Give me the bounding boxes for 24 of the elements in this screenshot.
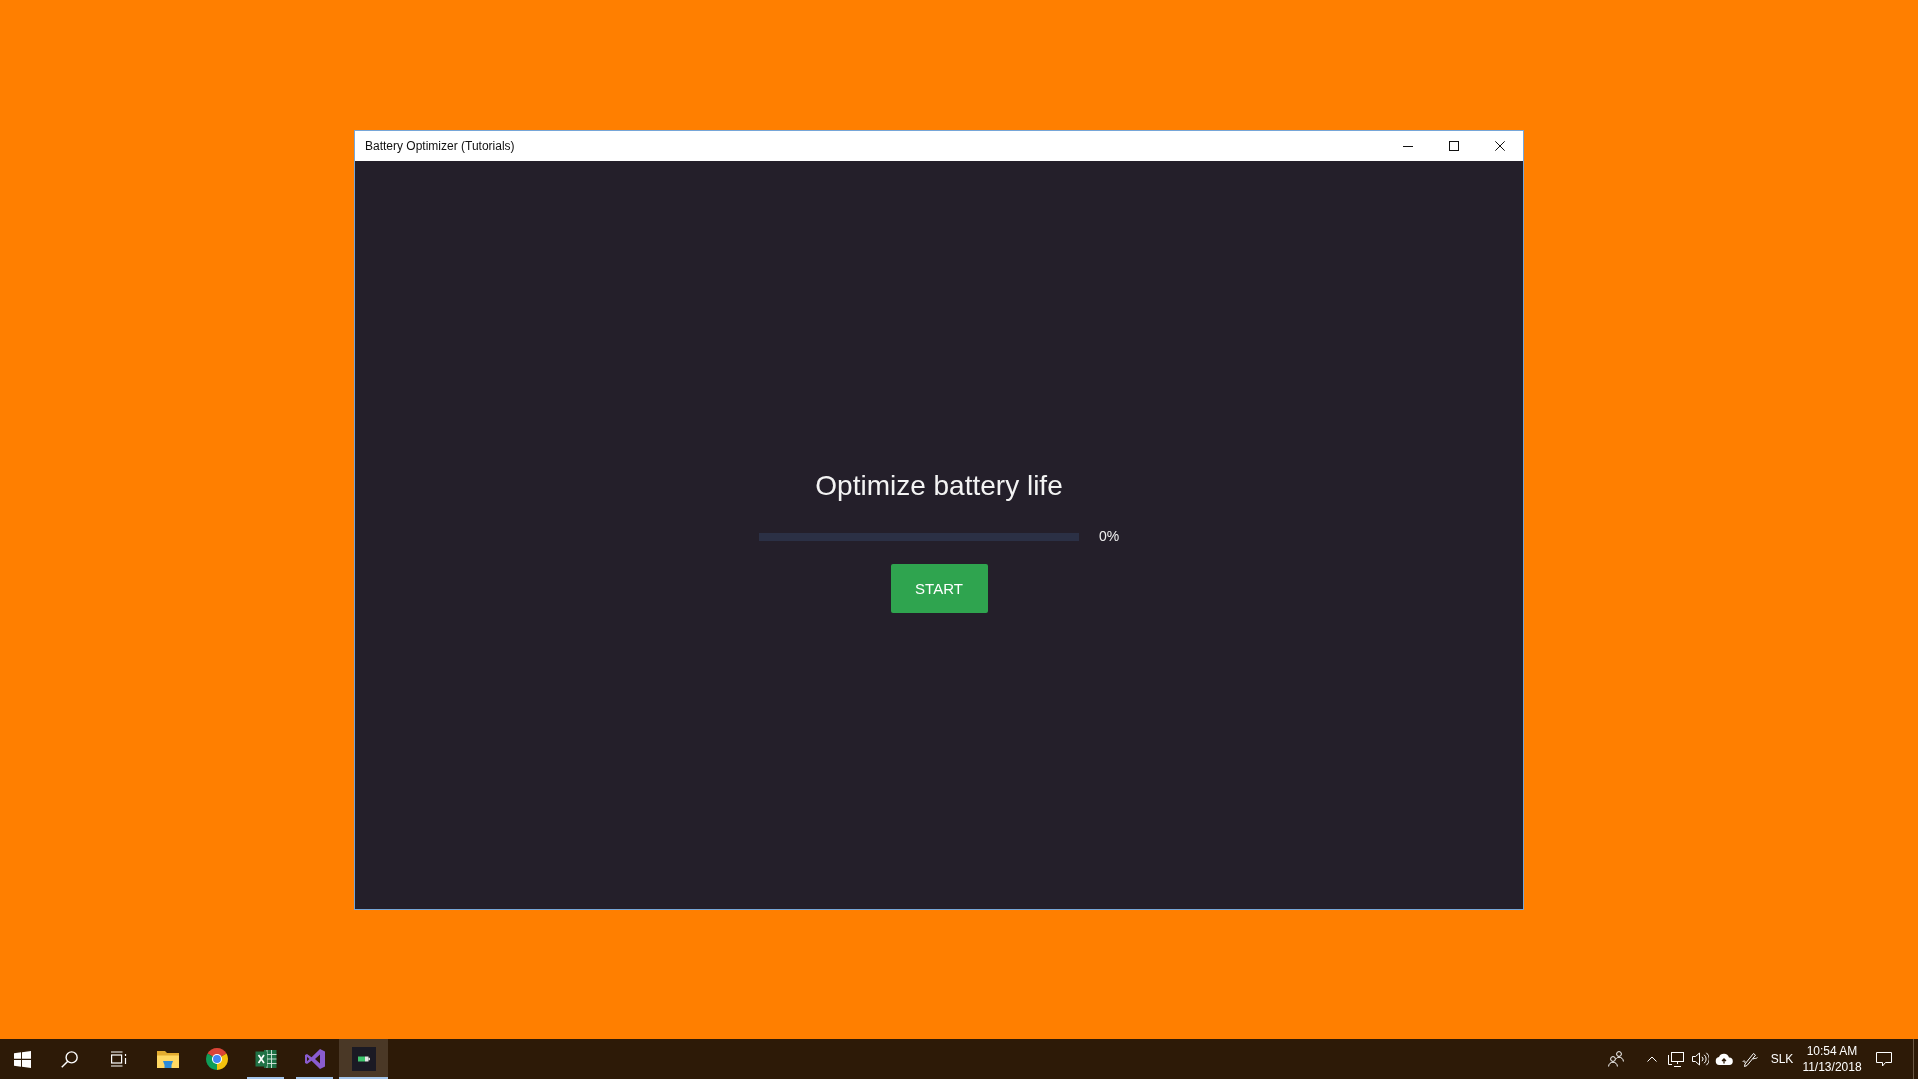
folder-icon [155,1049,180,1069]
chevron-up-icon[interactable] [1647,1056,1657,1062]
people-icon[interactable] [1608,1051,1624,1067]
notification-icon[interactable] [1876,1051,1892,1067]
clock-button[interactable]: 10:54 AM 11/13/2018 [1800,1039,1864,1079]
windows-logo-icon [14,1050,31,1068]
taskbar-app-button[interactable] [339,1039,388,1079]
task-view-icon [109,1051,128,1067]
language-button[interactable]: SLK [1764,1039,1800,1079]
minimize-icon [1403,145,1413,147]
battery-icon [351,1047,376,1071]
maximize-icon [1449,141,1459,151]
close-icon [1495,141,1505,151]
volume-icon[interactable] [1691,1052,1709,1066]
browser-icon [205,1048,228,1070]
heading: Optimize battery life [815,469,1063,503]
window-title: Battery Optimizer (Tutorials) [365,139,515,153]
search-icon [61,1050,78,1068]
code-editor-icon [303,1048,326,1070]
progress-reading: 0% [1098,528,1120,545]
spreadsheet-icon [254,1049,277,1069]
pen-icon[interactable] [1742,1051,1758,1067]
cloud-upload-icon[interactable] [1715,1053,1733,1065]
network-icon[interactable] [1668,1051,1684,1067]
